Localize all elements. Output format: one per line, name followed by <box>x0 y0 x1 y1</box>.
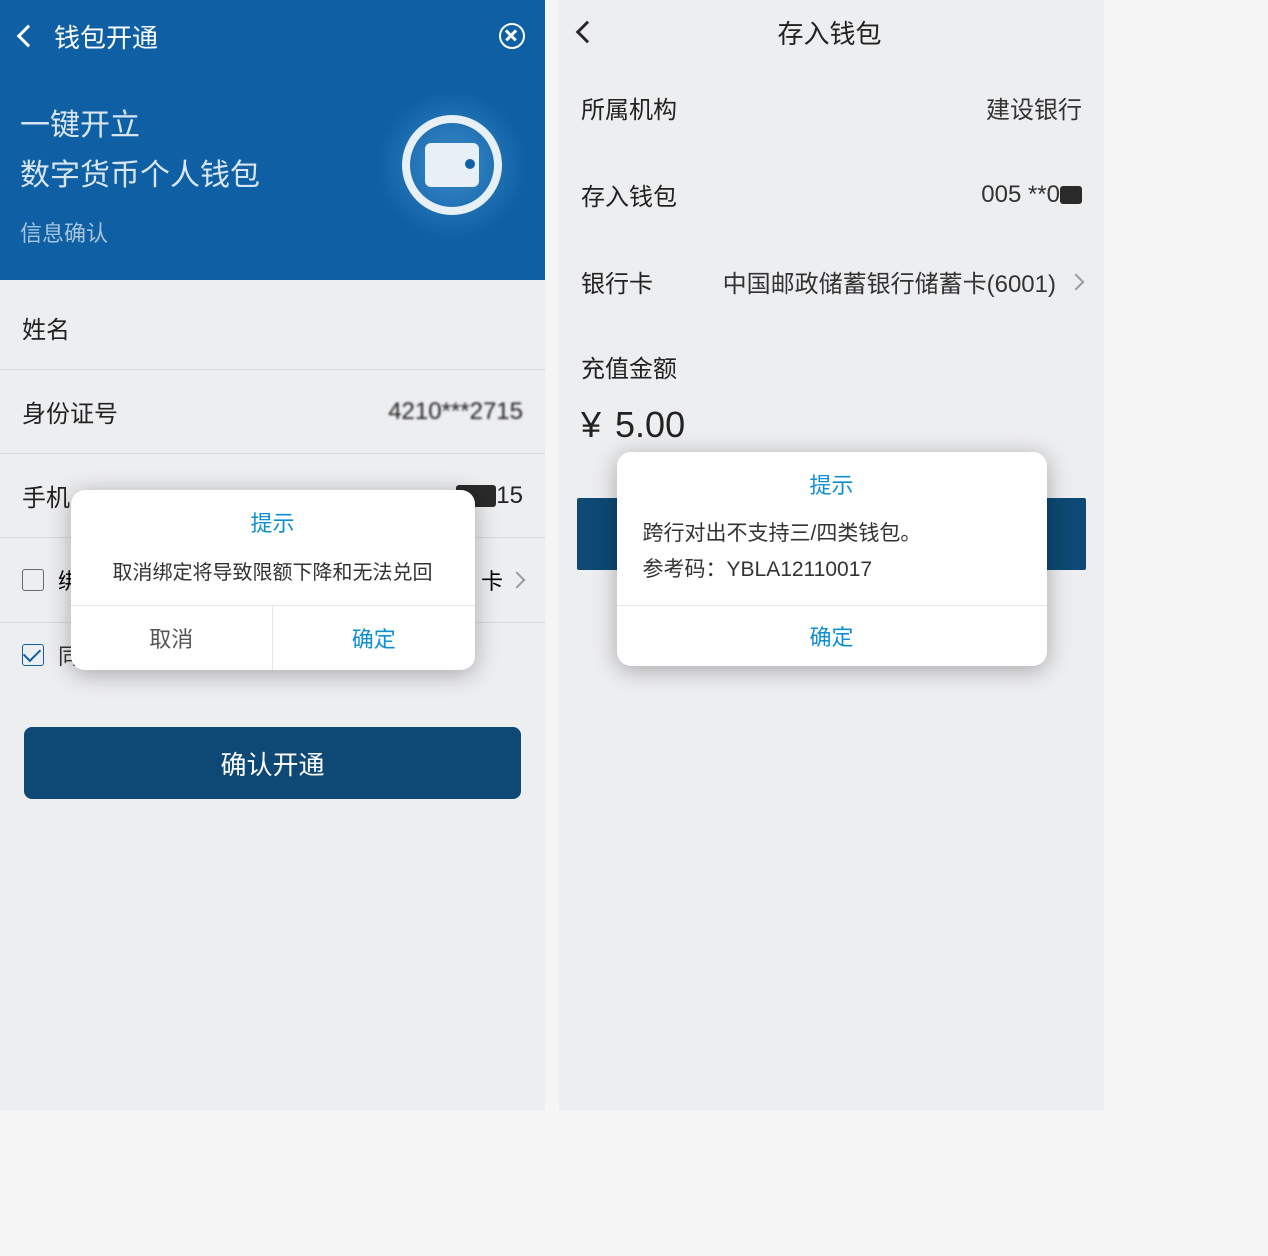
back-icon[interactable] <box>17 25 40 48</box>
cancel-button[interactable]: 取消 <box>71 606 274 670</box>
dialog-body-line1: 跨行对出不支持三/四类钱包。 <box>643 516 1021 552</box>
label-name: 姓名 <box>22 310 70 345</box>
label-phone: 手机 <box>22 478 70 513</box>
value-wallet: 005 **0 <box>981 181 1082 209</box>
chevron-right-icon <box>509 572 526 589</box>
label-id: 身份证号 <box>22 394 118 429</box>
wallet-icon <box>425 143 479 187</box>
dialog-buttons: 取消 确定 <box>71 605 475 670</box>
confirm-open-button[interactable]: 确认开通 <box>24 727 521 799</box>
value-bind: 卡 <box>481 564 523 596</box>
currency-symbol: ¥ <box>581 404 601 446</box>
label-card: 银行卡 <box>581 264 653 299</box>
dialog-body-line2: 参考码：YBLA12110017 <box>643 552 1021 588</box>
value-org: 建设银行 <box>986 90 1082 125</box>
header-banner: 钱包开通 一键开立 数字货币个人钱包 信息确认 <box>0 0 545 280</box>
label-amount: 充值金额 <box>559 325 1104 392</box>
row-org: 所属机构 建设银行 <box>559 64 1104 151</box>
row-wallet[interactable]: 存入钱包 005 **0 <box>559 151 1104 238</box>
amount-value: 5.00 <box>615 404 685 446</box>
label-wallet: 存入钱包 <box>581 177 677 212</box>
row-name[interactable]: 姓名 <box>0 286 545 370</box>
page-title: 存入钱包 <box>595 14 1064 51</box>
dialog-body: 取消绑定将导致限额下降和无法兑回 <box>71 548 475 605</box>
row-id[interactable]: 身份证号 4210***2715 <box>0 370 545 454</box>
dialog-body: 跨行对出不支持三/四类钱包。 参考码：YBLA12110017 <box>617 510 1047 605</box>
ok-button[interactable]: 确定 <box>617 605 1047 666</box>
close-icon[interactable] <box>499 23 525 49</box>
chevron-right-icon <box>1068 273 1085 290</box>
alert-dialog: 提示 取消绑定将导致限额下降和无法兑回 取消 确定 <box>71 490 475 670</box>
value-id: 4210***2715 <box>388 398 523 426</box>
dialog-title: 提示 <box>617 452 1047 510</box>
titlebar: 钱包开通 <box>20 16 525 56</box>
row-bank-card[interactable]: 银行卡 中国邮政储蓄银行储蓄卡(6001) <box>559 238 1104 325</box>
titlebar: 存入钱包 <box>559 0 1104 64</box>
ok-button[interactable]: 确定 <box>273 606 475 670</box>
page-title: 钱包开通 <box>54 18 499 55</box>
screen-wallet-open: 钱包开通 一键开立 数字货币个人钱包 信息确认 姓名 身份证号 4210***2… <box>0 0 545 1110</box>
alert-dialog: 提示 跨行对出不支持三/四类钱包。 参考码：YBLA12110017 确定 <box>617 452 1047 666</box>
checkbox-checked-icon[interactable] <box>22 644 44 666</box>
dialog-title: 提示 <box>71 490 475 548</box>
screen-deposit: 存入钱包 所属机构 建设银行 存入钱包 005 **0 银行卡 中国邮政储蓄银行… <box>559 0 1104 1110</box>
label-org: 所属机构 <box>581 90 677 125</box>
redaction-icon <box>1060 186 1082 204</box>
wallet-ring-icon <box>402 115 502 215</box>
value-card: 中国邮政储蓄银行储蓄卡(6001) <box>723 264 1056 299</box>
wallet-glow <box>377 90 527 240</box>
checkbox-empty-icon[interactable] <box>22 569 44 591</box>
